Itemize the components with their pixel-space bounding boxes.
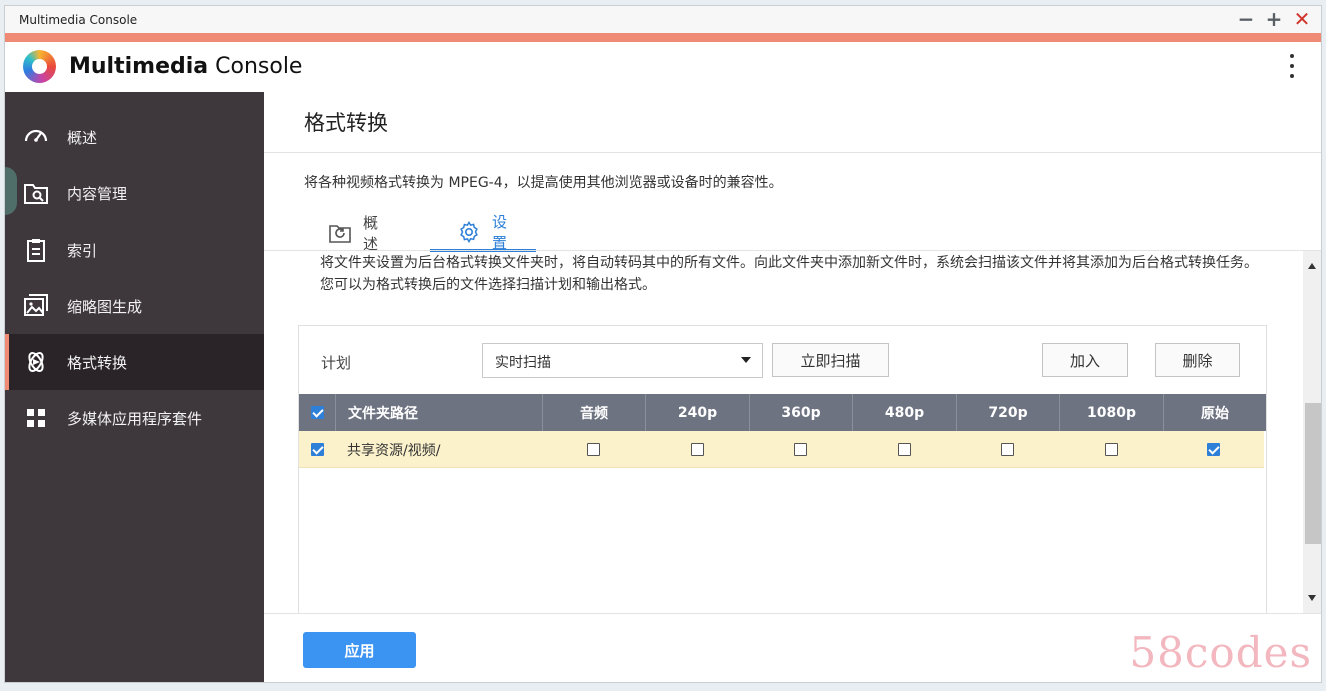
app-title: Multimedia Console (69, 54, 303, 79)
apply-button[interactable]: 应用 (303, 632, 416, 668)
sidebar-item-label: 内容管理 (67, 184, 128, 203)
watermark: 58codes (1129, 628, 1312, 677)
delete-button[interactable]: 删除 (1155, 343, 1240, 377)
more-options-icon[interactable] (1287, 54, 1297, 78)
sidebar: 概述 内容管理 索引 缩略图生成 格式转换 多媒体应用程序套件 (5, 92, 264, 682)
original-checkbox[interactable] (1207, 443, 1220, 456)
gear-icon (458, 220, 480, 243)
folder-path-cell: 共享资源/视频/ (347, 442, 441, 459)
select-all-checkbox[interactable] (310, 406, 324, 419)
settings-scroll-area[interactable]: 将文件夹设置为后台格式转换文件夹时，将自动转码其中的所有文件。向此文件夹中添加新… (264, 251, 1321, 613)
sidebar-item-thumbnail[interactable]: 缩略图生成 (5, 278, 264, 334)
sidebar-item-overview[interactable]: 概述 (5, 109, 264, 165)
scroll-up-icon[interactable] (1308, 263, 1316, 269)
minimize-button[interactable]: − (1237, 9, 1255, 29)
clipboard-icon (23, 237, 49, 263)
plan-label: 计划 (321, 354, 352, 372)
app-window: Multimedia Console − + ✕ Multimedia Cons… (4, 5, 1322, 683)
scrollbar-thumb[interactable] (1305, 403, 1321, 544)
column-header[interactable]: 720p (956, 394, 1059, 431)
title-bar: Multimedia Console − + ✕ (5, 6, 1321, 33)
column-header[interactable]: 480p (852, 394, 956, 431)
speedometer-icon (23, 124, 49, 150)
sidebar-item-label: 多媒体应用程序套件 (67, 409, 203, 428)
close-button[interactable]: ✕ (1293, 9, 1311, 29)
add-button[interactable]: 加入 (1042, 343, 1128, 377)
sidebar-item-label: 概述 (67, 128, 98, 147)
plan-select[interactable]: 实时扫描 (482, 343, 763, 378)
column-header[interactable]: 文件夹路径 (335, 394, 542, 431)
tab-settings[interactable]: 设置 (430, 212, 537, 252)
plan-select-value: 实时扫描 (495, 355, 551, 371)
dropdown-arrow-icon (741, 357, 751, 363)
table-header: 文件夹路径 音频 240p 360p 480p 720p 1080p 原始 (299, 394, 1266, 431)
apps-grid-icon (23, 405, 49, 431)
column-header[interactable]: 音频 (542, 394, 645, 431)
tab-label: 设置 (492, 212, 508, 252)
window-title: Multimedia Console (19, 13, 138, 27)
folder-refresh-icon (329, 222, 351, 244)
column-header[interactable]: 240p (645, 394, 749, 431)
240p-checkbox[interactable] (690, 443, 704, 456)
480p-checkbox[interactable] (897, 443, 911, 456)
scroll-down-icon[interactable] (1308, 595, 1316, 601)
column-header[interactable]: 1080p (1059, 394, 1163, 431)
720p-checkbox[interactable] (1001, 443, 1014, 456)
vertical-scrollbar[interactable] (1303, 251, 1321, 613)
transcode-folder-panel: 计划 实时扫描 立即扫描 加入 删除 文件夹路径 音频 240p 360p 48… (298, 325, 1267, 613)
transcode-icon (23, 349, 49, 375)
page-title: 格式转换 (304, 111, 388, 135)
table-row[interactable]: 共享资源/视频/ (299, 431, 1264, 468)
sidebar-item-label: 缩略图生成 (67, 297, 143, 316)
360p-checkbox[interactable] (794, 443, 807, 456)
image-icon (23, 293, 49, 319)
info-text: 将文件夹设置为后台格式转换文件夹时，将自动转码其中的所有文件。向此文件夹中添加新… (320, 255, 1258, 293)
sidebar-item-label: 格式转换 (67, 353, 128, 372)
tab-label: 概述 (363, 214, 379, 253)
sidebar-item-index[interactable]: 索引 (5, 222, 264, 278)
scan-now-button[interactable]: 立即扫描 (772, 343, 889, 377)
page-description: 将各种视频格式转换为 MPEG-4，以提高使用其他浏览器或设备时的兼容性。 (304, 175, 783, 191)
app-logo (23, 50, 56, 83)
folder-search-icon (23, 180, 49, 206)
audio-checkbox[interactable] (587, 443, 600, 456)
column-header[interactable]: 原始 (1163, 394, 1266, 431)
sidebar-item-app-suite[interactable]: 多媒体应用程序套件 (5, 390, 264, 446)
sidebar-item-transcode[interactable]: 格式转换 (5, 334, 264, 390)
maximize-button[interactable]: + (1265, 9, 1283, 29)
app-header: Multimedia Console (5, 42, 1321, 92)
main-content: 格式转换 将各种视频格式转换为 MPEG-4，以提高使用其他浏览器或设备时的兼容… (264, 92, 1321, 682)
1080p-checkbox[interactable] (1104, 443, 1118, 456)
tab-overview[interactable]: 概述 (329, 214, 379, 253)
accent-bar (5, 33, 1321, 42)
row-select-checkbox[interactable] (310, 443, 324, 456)
select-all-cell (299, 394, 335, 431)
sidebar-item-label: 索引 (67, 241, 98, 260)
sidebar-item-content-management[interactable]: 内容管理 (5, 165, 264, 221)
column-header[interactable]: 360p (749, 394, 852, 431)
